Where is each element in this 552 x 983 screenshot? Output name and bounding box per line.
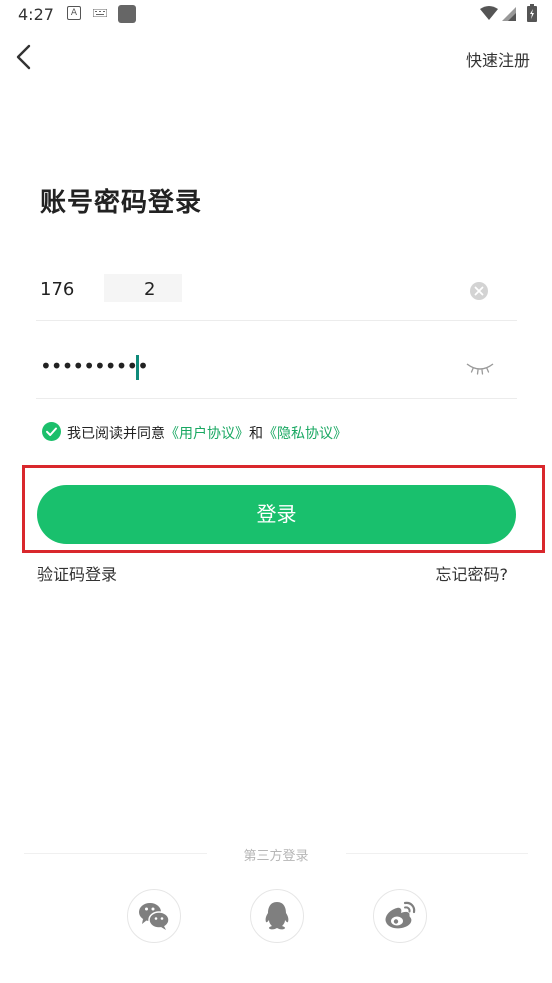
status-bar: 4:27 A <box>0 0 552 30</box>
a-icon: A <box>67 6 81 20</box>
wifi-icon <box>480 6 498 20</box>
third-party-label: 第三方登录 <box>243 849 309 864</box>
back-button[interactable] <box>10 42 40 72</box>
clear-circle-icon[interactable] <box>469 281 489 301</box>
login-button[interactable]: 登录 <box>37 485 516 544</box>
keyboard-icon <box>93 9 107 17</box>
chevron-left-icon <box>16 44 31 70</box>
user-agreement-link[interactable]: 《用户协议》 <box>165 426 249 442</box>
qq-login-button[interactable] <box>250 889 304 943</box>
phone-field[interactable]: 176 2 <box>36 262 517 321</box>
forgot-password-link[interactable]: 忘记密码? <box>436 561 509 585</box>
sms-login-link[interactable]: 验证码登录 <box>37 561 117 585</box>
password-field[interactable]: •••••••••• <box>36 340 517 399</box>
divider-right <box>346 853 528 854</box>
app-square-icon <box>118 5 136 23</box>
battery-icon <box>527 4 537 22</box>
quick-register-link[interactable]: 快速注册 <box>466 47 530 71</box>
privacy-policy-link[interactable]: 《隐私协议》 <box>263 426 347 442</box>
signal-icon <box>502 7 516 21</box>
password-input: •••••••••• <box>40 354 149 378</box>
agreement-prefix: 我已阅读并同意 <box>67 426 165 442</box>
phone-redaction <box>104 274 182 302</box>
check-icon <box>46 427 57 436</box>
wechat-login-button[interactable] <box>127 889 181 943</box>
eye-closed-icon[interactable] <box>465 360 495 378</box>
phone-input-suffix: 2 <box>144 279 156 300</box>
wechat-icon <box>139 903 170 930</box>
phone-input-prefix: 176 <box>40 279 75 300</box>
agreement-connector: 和 <box>249 426 263 442</box>
text-cursor <box>136 355 139 380</box>
page-title: 账号密码登录 <box>40 188 203 218</box>
agreement-text: 我已阅读并同意《用户协议》和《隐私协议》 <box>67 423 347 443</box>
weibo-icon <box>385 901 416 929</box>
weibo-login-button[interactable] <box>373 889 427 943</box>
qq-icon <box>265 902 289 930</box>
agreement-checkbox[interactable] <box>42 422 61 441</box>
status-time: 4:27 <box>18 5 54 24</box>
